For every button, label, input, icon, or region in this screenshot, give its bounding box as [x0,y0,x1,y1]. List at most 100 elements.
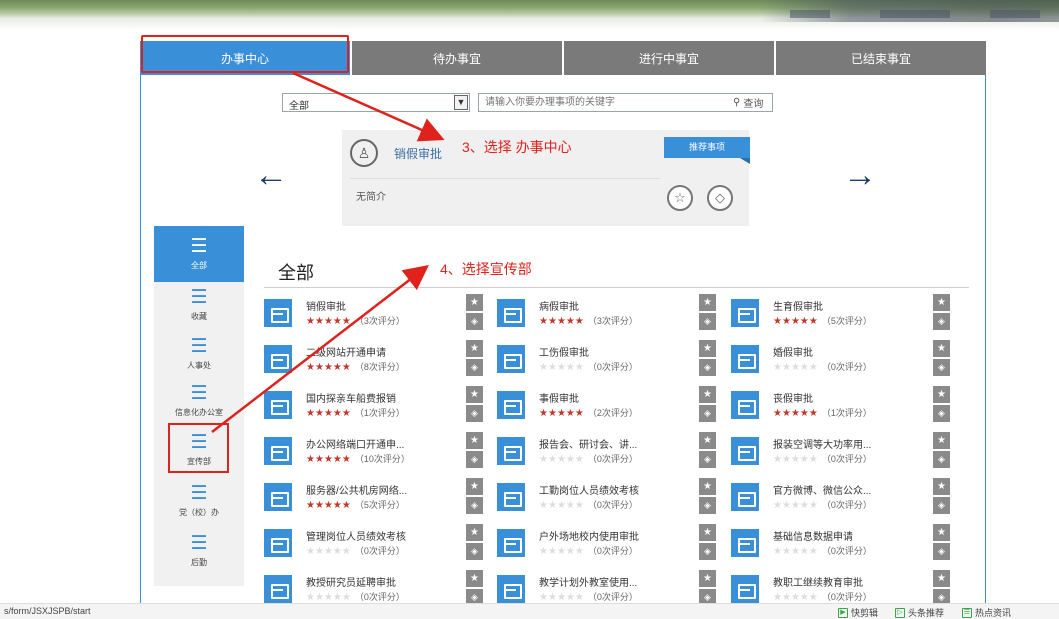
favorite-star-icon[interactable]: ★ [699,570,716,587]
diamond-icon[interactable]: ◈ [466,359,483,376]
service-item[interactable]: 服务器/公共机房网络... ★★★★★ （5次评分） ★ ◈ [264,478,486,518]
favorite-star-icon[interactable]: ★ [466,524,483,541]
tab-service-center[interactable]: 办事中心 [140,41,352,75]
favorite-star-icon[interactable]: ★ [466,340,483,357]
star-icon: ★ [332,500,342,511]
star-icon: ★ [341,362,351,373]
service-item[interactable]: 销假审批 ★★★★★ （3次评分） ★ ◈ [264,294,486,334]
star-icon: ★ [314,454,324,465]
favorite-star-icon[interactable]: ★ [699,478,716,495]
statusbar-item[interactable]: ▶ 快剪辑 [838,606,878,619]
diamond-icon[interactable]: ◈ [699,405,716,422]
favorite-star-icon[interactable]: ★ [699,432,716,449]
service-item[interactable]: 户外场地校内使用审批 ★★★★★ （0次评分） ★ ◈ [497,524,719,564]
star-icon: ★ [539,408,548,419]
service-item[interactable]: 工勤岗位人员绩效考核 ★★★★★ （0次评分） ★ ◈ [497,478,719,518]
favorite-star-icon[interactable]: ★ [933,478,950,495]
star-icon: ★ [341,546,351,557]
diamond-icon[interactable]: ◈ [699,497,716,514]
sidebar-item-label: 宣传部 [187,457,211,466]
star-icon: ★ [799,500,809,511]
sidebar-item-all[interactable]: ☰ 全部 [154,226,244,282]
favorite-star-icon[interactable]: ★ [933,386,950,403]
tab-in-progress[interactable]: 进行中事宜 [564,41,776,75]
star-icon: ★ [773,546,782,557]
search-input[interactable] [478,93,773,112]
favorite-star-icon[interactable]: ★ [699,340,716,357]
service-rating: ★★★★★ （1次评分） [773,406,872,419]
star-icon: ★ [341,500,351,511]
service-item[interactable]: 婚假审批 ★★★★★ （0次评分） ★ ◈ [731,340,953,380]
tab-pending[interactable]: 待办事宜 [352,41,564,75]
sidebar-item-publicity[interactable]: ☰ 宣传部 [154,422,244,478]
sidebar-item-logistics[interactable]: ☰ 后勤 [154,523,244,579]
next-arrow-icon[interactable]: → [843,158,877,192]
favorite-star-icon[interactable]: ★ [933,524,950,541]
star-icon: ★ [799,454,809,465]
search-button[interactable]: ⚲ 查询 [733,93,763,112]
diamond-icon[interactable]: ◈ [933,313,950,330]
favorite-star-icon[interactable]: ★ [699,524,716,541]
favorite-star-icon[interactable]: ★ [933,294,950,311]
favorite-star-icon[interactable]: ★ [933,432,950,449]
tab-finished[interactable]: 已结束事宜 [776,41,986,75]
sidebar-item-it-office[interactable]: ☰ 信息化办公室 [154,373,244,429]
diamond-icon[interactable]: ◈ [933,497,950,514]
service-item[interactable]: 丧假审批 ★★★★★ （1次评分） ★ ◈ [731,386,953,426]
star-icon: ★ [790,408,800,419]
category-select[interactable]: 全部 ▼ [282,93,470,112]
diamond-icon[interactable]: ◈ [933,543,950,560]
service-item[interactable]: 病假审批 ★★★★★ （3次评分） ★ ◈ [497,294,719,334]
favorite-star-icon[interactable]: ☆ [667,185,693,211]
service-name: 办公网络端口开通申... [306,440,405,451]
statusbar-item[interactable]: ☰ 热点资讯 [962,606,1011,619]
star-icon: ★ [808,454,818,465]
favorite-star-icon[interactable]: ★ [466,386,483,403]
featured-description: 无简介 [356,192,386,203]
diamond-icon[interactable]: ◈ [466,543,483,560]
favorite-star-icon[interactable]: ★ [466,478,483,495]
diamond-icon[interactable]: ◈ [699,359,716,376]
service-item[interactable]: 二级网站开通申请 ★★★★★ （8次评分） ★ ◈ [264,340,486,380]
favorite-star-icon[interactable]: ★ [466,432,483,449]
favorite-star-icon[interactable]: ★ [466,570,483,587]
service-item[interactable]: 报告会、研讨会、讲... ★★★★★ （0次评分） ★ ◈ [497,432,719,472]
service-item[interactable]: 报装空调等大功率用... ★★★★★ （0次评分） ★ ◈ [731,432,953,472]
favorite-star-icon[interactable]: ★ [466,294,483,311]
service-item[interactable]: 官方微博、微信公众... ★★★★★ （0次评分） ★ ◈ [731,478,953,518]
service-item[interactable]: 国内探亲车船费报销 ★★★★★ （1次评分） ★ ◈ [264,386,486,426]
service-item[interactable]: 办公网络端口开通申... ★★★★★ （10次评分） ★ ◈ [264,432,486,472]
star-icon: ★ [314,500,324,511]
diamond-icon[interactable]: ◈ [466,405,483,422]
diamond-icon[interactable]: ◈ [933,405,950,422]
diamond-icon[interactable]: ◈ [466,497,483,514]
favorite-star-icon[interactable]: ★ [699,386,716,403]
diamond-icon[interactable]: ◈ [466,313,483,330]
diamond-icon[interactable]: ◈ [699,313,716,330]
service-name: 国内探亲车船费报销 [306,394,396,405]
star-icon: ★ [556,592,566,603]
prev-arrow-icon[interactable]: ← [254,158,288,192]
diamond-icon[interactable]: ◈ [699,451,716,468]
statusbar-item[interactable]: ▷ 头条推荐 [895,606,944,619]
chevron-down-icon[interactable]: ▼ [454,95,468,110]
sidebar-item-favorites[interactable]: ☰ 收藏 [154,277,244,333]
service-item[interactable]: 事假审批 ★★★★★ （2次评分） ★ ◈ [497,386,719,426]
service-item[interactable]: 管理岗位人员绩效考核 ★★★★★ （0次评分） ★ ◈ [264,524,486,564]
favorite-star-icon[interactable]: ★ [933,570,950,587]
search-button-label: 查询 [743,99,764,110]
star-icon: ★ [565,454,575,465]
banner-building [880,10,950,18]
service-item[interactable]: 生育假审批 ★★★★★ （5次评分） ★ ◈ [731,294,953,334]
diamond-icon[interactable]: ◈ [933,451,950,468]
diamond-icon[interactable]: ◈ [466,451,483,468]
service-item[interactable]: 工伤假审批 ★★★★★ （0次评分） ★ ◈ [497,340,719,380]
favorite-star-icon[interactable]: ★ [699,294,716,311]
service-item[interactable]: 基础信息数据申请 ★★★★★ （0次评分） ★ ◈ [731,524,953,564]
diamond-icon[interactable]: ◈ [699,543,716,560]
diamond-icon[interactable]: ◈ [933,359,950,376]
star-icon: ★ [341,454,351,465]
favorite-star-icon[interactable]: ★ [933,340,950,357]
sidebar-item-party-office[interactable]: ☰ 党（校）办 [154,473,244,529]
diamond-icon[interactable]: ◇ [707,185,733,211]
